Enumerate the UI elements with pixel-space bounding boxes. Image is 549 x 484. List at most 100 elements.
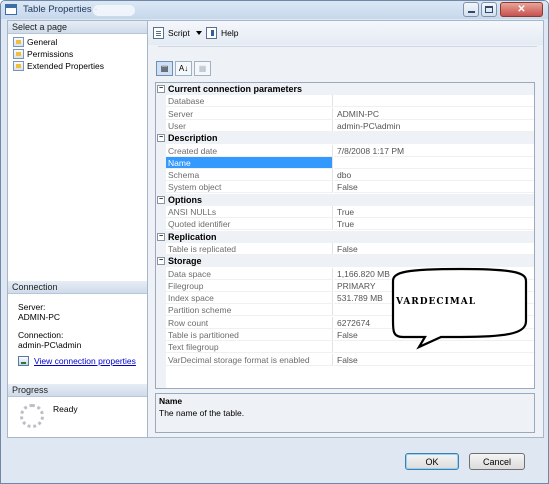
left-panel: Select a page General Permissions Extend… [7,20,148,438]
property-row[interactable]: Database [156,95,534,108]
page-item-extended-properties[interactable]: Extended Properties [13,60,104,72]
property-row[interactable]: ANSI NULLs True [156,206,534,218]
property-value[interactable]: False [334,243,534,255]
progress-header: Progress [8,384,147,397]
help-button[interactable]: Help [206,27,238,39]
property-value[interactable]: 1,166.820 MB [334,268,534,280]
property-row[interactable]: Table is partitioned False [156,329,534,341]
category-row[interactable]: − Description [156,132,534,145]
property-value[interactable]: PRIMARY [334,280,534,292]
window-title: Table Properties - [23,4,98,15]
property-row[interactable]: Quoted identifier True [156,218,534,231]
property-name: Text filegroup [166,341,333,354]
property-value[interactable]: admin-PC\admin [334,120,534,132]
property-row[interactable]: Partition scheme [156,304,534,317]
property-name: Data space [166,267,333,280]
collapse-icon[interactable]: − [157,134,165,143]
alphabetical-button[interactable]: A↓ [175,61,192,76]
view-connection-properties-link[interactable]: View connection properties [18,356,136,366]
category-row[interactable]: − Options [156,193,534,206]
category-row[interactable]: − Current connection parameters [156,83,534,95]
property-value[interactable]: ADMIN-PC [334,108,534,120]
cancel-button[interactable]: Cancel [469,453,525,470]
property-name: User [166,119,333,132]
description-panel: Name The name of the table. [155,393,535,433]
close-button[interactable]: ✕ [500,2,543,17]
progress-spinner-icon [20,404,44,428]
property-value[interactable] [334,157,534,169]
grid-tools: ▤ A↓ ▦ [156,61,211,76]
property-value[interactable]: 7/8/2008 1:17 PM [334,145,534,157]
collapse-icon[interactable]: − [157,257,165,266]
maximize-button[interactable] [481,2,497,17]
connection-header: Connection [8,281,147,294]
property-row[interactable]: Server ADMIN-PC [156,107,534,120]
ok-button[interactable]: OK [405,453,459,470]
property-value[interactable]: True [334,218,534,231]
property-row[interactable]: Schema dbo [156,169,534,182]
property-name: Index space [166,292,333,305]
property-value[interactable]: 6272674 [334,317,534,329]
property-name: Row count [166,316,333,329]
property-row[interactable]: Name [156,156,534,169]
property-name: Schema [166,169,333,182]
property-grid[interactable]: − Current connection parameters Database Se… [155,82,535,389]
property-row[interactable]: Index space 531.789 MB [156,292,534,305]
connection-value: admin-PC\admin [18,340,82,350]
categorized-button[interactable]: ▤ [156,61,173,76]
property-row[interactable]: VarDecimal storage format is enabled Fals… [156,353,534,366]
property-name: System object [166,181,333,194]
property-row[interactable]: Row count 6272674 [156,316,534,329]
property-row[interactable]: Filegroup PRIMARY [156,279,534,292]
category-row[interactable]: − Replication [156,230,534,243]
property-row[interactable]: Data space 1,166.820 MB [156,267,534,280]
chevron-down-icon[interactable] [195,31,202,35]
property-name: Created date [166,144,333,157]
server-label: Server: [18,302,46,312]
category-label: Options [168,194,202,205]
collapse-icon[interactable]: − [157,85,165,93]
property-value[interactable]: False [334,329,534,341]
window-icon [5,4,17,15]
select-page-header: Select a page [8,21,147,34]
property-pages-icon: ▦ [198,64,207,73]
callout-text: VARDECIMAL [396,297,477,307]
page-item-label: Extended Properties [27,61,105,71]
script-label: Script [168,28,190,38]
description-title: Name [159,396,183,406]
script-icon [153,27,164,39]
property-value[interactable]: False [334,354,534,366]
help-icon [206,27,217,39]
property-row[interactable]: Created date 7/8/2008 1:17 PM [156,144,534,157]
right-panel: Script Help ▤ A↓ ▦ − Current connection p… [147,20,544,438]
collapse-icon[interactable]: − [157,195,165,204]
property-name: Server [166,107,333,120]
minimize-icon [467,11,475,13]
property-name: Filegroup [166,279,333,292]
script-button[interactable]: Script [153,27,202,39]
page-item-general[interactable]: General [13,36,57,48]
property-value[interactable]: False [334,181,534,194]
property-row[interactable]: Table is replicated False [156,242,534,255]
close-icon: ✕ [517,3,526,15]
categorized-icon: ▤ [160,64,169,73]
category-row[interactable]: − Storage [156,255,534,268]
page-icon [13,37,24,47]
title-bar[interactable]: Table Properties - ✕ [1,1,548,19]
page-item-permissions[interactable]: Permissions [13,48,73,60]
page-item-label: General [27,37,58,47]
progress-status: Ready [53,404,78,414]
property-value[interactable] [334,341,534,354]
property-row[interactable]: User admin-PC\admin [156,119,534,132]
property-row[interactable]: System object False [156,181,534,194]
category-label: Storage [168,256,202,267]
description-text: The name of the table. [159,408,245,418]
property-value[interactable]: True [334,206,534,218]
minimize-button[interactable] [463,2,479,17]
alphabetical-icon: A↓ [178,64,189,73]
collapse-icon[interactable]: − [157,232,165,241]
property-value[interactable]: dbo [334,169,534,182]
property-value[interactable] [334,95,534,108]
property-row[interactable]: Text filegroup [156,341,534,354]
property-pages-button[interactable]: ▦ [194,61,211,76]
